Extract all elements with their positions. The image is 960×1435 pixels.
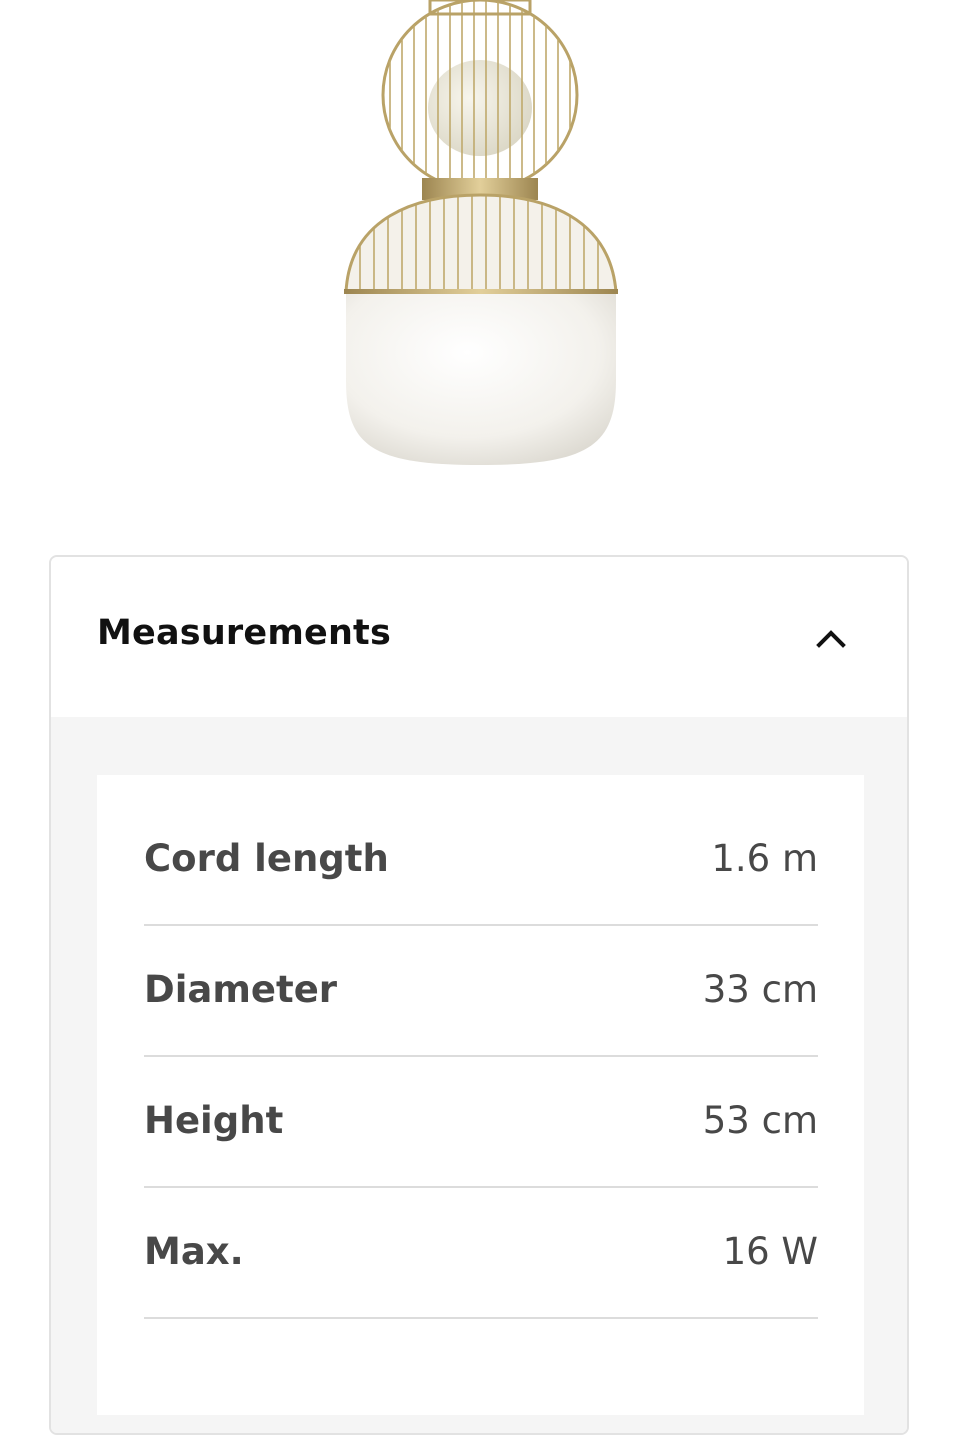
measurement-row-diameter: Diameter 33 cm bbox=[144, 926, 818, 1057]
measurements-title: Measurements bbox=[97, 613, 392, 653]
dome-cage bbox=[344, 193, 618, 294]
measurement-row-max-wattage: Max. 16 W bbox=[144, 1188, 818, 1319]
measurement-label: Diameter bbox=[144, 968, 338, 1011]
glass-shade bbox=[346, 292, 616, 465]
measurement-value: 33 cm bbox=[702, 968, 818, 1011]
product-image bbox=[344, 0, 618, 465]
measurement-value: 1.6 m bbox=[711, 837, 818, 880]
measurement-value: 16 W bbox=[722, 1230, 818, 1273]
measurements-accordion-header[interactable]: Measurements bbox=[51, 557, 907, 717]
upper-cage bbox=[381, 0, 579, 192]
measurement-row-cord-length: Cord length 1.6 m bbox=[144, 795, 818, 926]
chevron-up-icon[interactable] bbox=[811, 623, 851, 653]
measurement-row-height: Height 53 cm bbox=[144, 1057, 818, 1188]
measurement-value: 53 cm bbox=[702, 1099, 818, 1142]
measurements-panel: Measurements Cord length 1.6 m Diameter … bbox=[49, 555, 909, 1435]
measurement-label: Cord length bbox=[144, 837, 389, 880]
measurements-table: Cord length 1.6 m Diameter 33 cm Height … bbox=[97, 775, 864, 1415]
measurement-label: Height bbox=[144, 1099, 284, 1142]
measurements-body: Cord length 1.6 m Diameter 33 cm Height … bbox=[51, 717, 907, 1433]
measurement-label: Max. bbox=[144, 1230, 244, 1273]
